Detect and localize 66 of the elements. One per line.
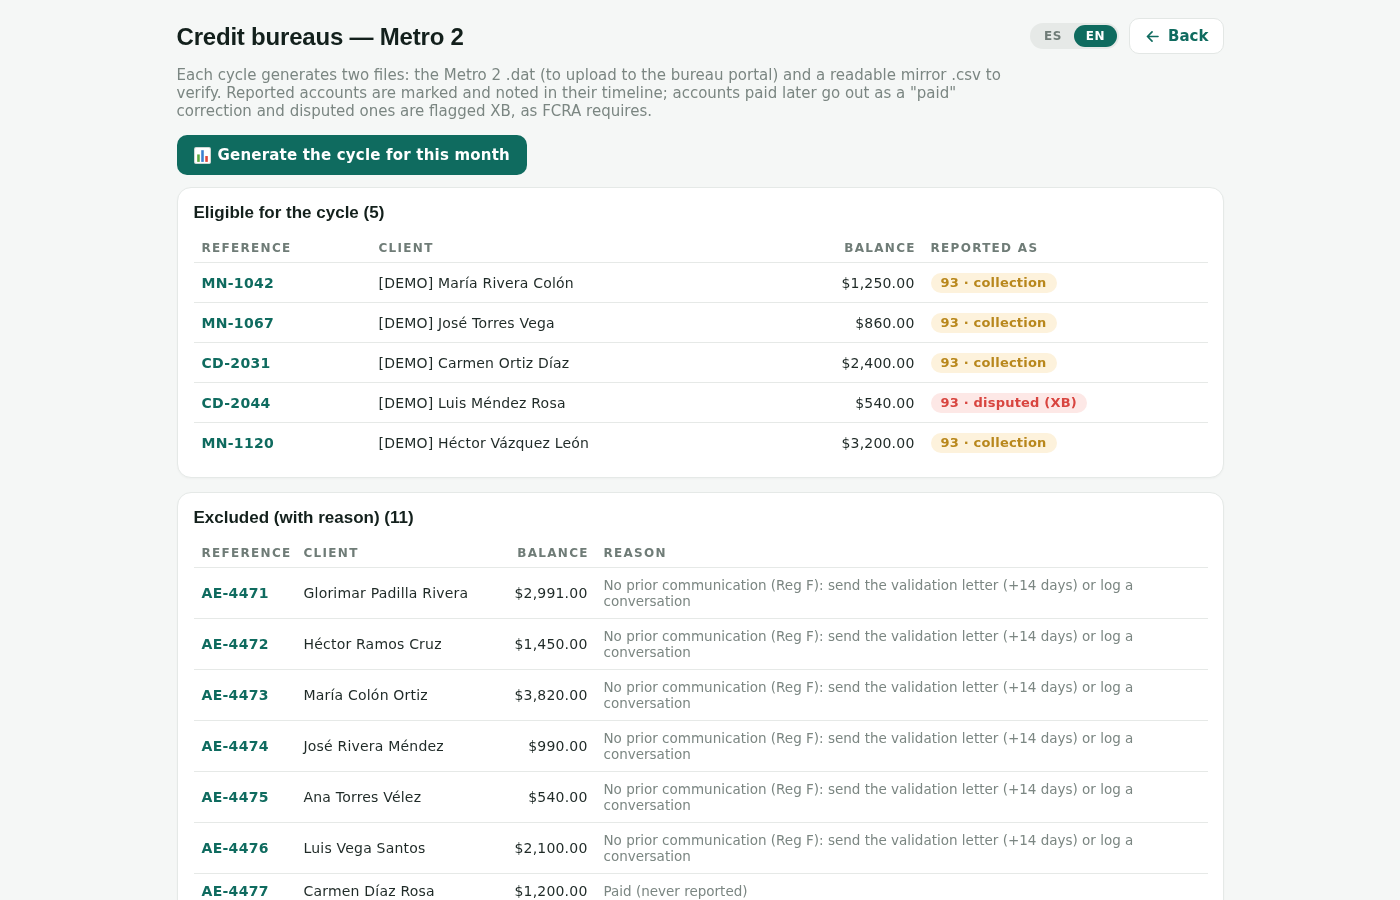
client-name: Glorimar Padilla Rivera	[303, 585, 469, 601]
reference-link[interactable]: CD-2044	[201, 394, 271, 411]
reference-link[interactable]: MN-1067	[201, 314, 275, 331]
client-name: [DEMO] Héctor Vázquez León	[378, 434, 590, 451]
reference-link[interactable]: MN-1042	[201, 274, 275, 291]
card-title: Eligible for the cycle (5)	[193, 203, 386, 223]
client-name: Luis Vega Santos	[303, 840, 426, 856]
reference-link[interactable]: AE-4477	[201, 883, 269, 899]
generate-cycle-button[interactable]: Generate the cycle for this month	[176, 135, 527, 175]
client-name: José Rivera Méndez	[303, 738, 444, 754]
balance-amount: $1,250.00	[841, 274, 915, 291]
card-title: Excluded (with reason) (11)	[193, 508, 415, 528]
page-title: Credit bureaus — Metro 2	[176, 22, 464, 52]
left-arrow-icon	[1146, 30, 1160, 42]
column-header: REPORTED AS	[930, 240, 1039, 255]
status-badge: 93 · collection	[930, 432, 1057, 453]
client-name: [DEMO] Carmen Ortiz Díaz	[378, 354, 570, 371]
back-button[interactable]: Back	[1129, 18, 1224, 54]
balance-amount: $540.00	[528, 789, 588, 805]
balance-amount: $990.00	[528, 738, 588, 754]
language-option[interactable]: EN	[1073, 25, 1118, 47]
balance-amount: $2,100.00	[514, 840, 588, 856]
client-name: María Colón Ortiz	[303, 687, 428, 703]
reference-link[interactable]: AE-4473	[201, 687, 269, 703]
reason-text: Paid (never reported)	[603, 883, 748, 899]
balance-amount: $1,200.00	[514, 883, 588, 899]
reference-link[interactable]: CD-2031	[201, 354, 271, 371]
reason-text: No prior communication (Reg F): send the validation letter (+14 days) or log a conversation	[603, 832, 1134, 864]
language-option[interactable]: ES	[1031, 25, 1074, 47]
description-text: Each cycle generates two files: the Metro 2 .dat (to upload to the bureau portal) and a readable mirror .csv to verify. Reported accounts are marked and noted in their timeline; accounts paid later go out as a "paid" correction and disputed ones are flagged XB, as FCRA requires.	[176, 66, 1002, 120]
balance-amount: $2,400.00	[841, 354, 915, 371]
balance-amount: $3,200.00	[841, 434, 915, 451]
client-name: Carmen Díaz Rosa	[303, 883, 435, 899]
reference-link[interactable]: AE-4474	[201, 738, 269, 754]
reference-link[interactable]: AE-4476	[201, 840, 269, 856]
client-name: Héctor Ramos Cruz	[303, 636, 442, 652]
reference-link[interactable]: AE-4472	[201, 636, 269, 652]
client-name: [DEMO] Luis Méndez Rosa	[378, 394, 566, 411]
column-header: BALANCE	[517, 545, 589, 560]
client-name: Ana Torres Vélez	[303, 789, 422, 805]
reason-text: No prior communication (Reg F): send the validation letter (+14 days) or log a conversation	[603, 628, 1134, 660]
balance-amount: $2,991.00	[514, 585, 588, 601]
reason-text: No prior communication (Reg F): send the validation letter (+14 days) or log a conversation	[603, 730, 1134, 762]
column-header: CLIENT	[378, 240, 434, 255]
balance-amount: $1,450.00	[514, 636, 588, 652]
column-header: CLIENT	[303, 545, 359, 560]
status-badge: 93 · collection	[930, 272, 1057, 293]
client-name: [DEMO] María Rivera Colón	[378, 274, 574, 291]
reference-link[interactable]: AE-4475	[201, 789, 269, 805]
column-header: REASON	[603, 545, 667, 560]
status-badge: 93 · disputed (XB)	[930, 392, 1087, 413]
client-name: [DEMO] José Torres Vega	[378, 314, 555, 331]
bar-chart-icon	[193, 146, 211, 164]
balance-amount: $860.00	[855, 314, 915, 331]
reason-text: No prior communication (Reg F): send the validation letter (+14 days) or log a conversation	[603, 679, 1134, 711]
status-badge: 93 · collection	[930, 312, 1057, 333]
balance-amount: $3,820.00	[514, 687, 588, 703]
column-header: REFERENCE	[201, 240, 292, 255]
reason-text: No prior communication (Reg F): send the validation letter (+14 days) or log a conversation	[603, 577, 1134, 609]
status-badge: 93 · collection	[930, 352, 1057, 373]
column-header: REFERENCE	[201, 545, 292, 560]
reference-link[interactable]: AE-4471	[201, 585, 269, 601]
reference-link[interactable]: MN-1120	[201, 434, 275, 451]
reason-text: No prior communication (Reg F): send the validation letter (+14 days) or log a conversation	[603, 781, 1134, 813]
column-header: BALANCE	[844, 240, 916, 255]
balance-amount: $540.00	[855, 394, 915, 411]
